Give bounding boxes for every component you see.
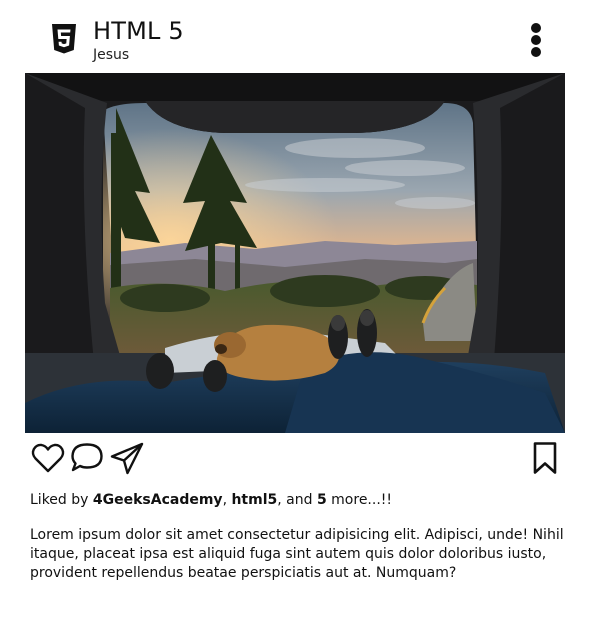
post-title: HTML 5 bbox=[93, 17, 184, 45]
more-vertical-icon[interactable] bbox=[529, 23, 543, 57]
post-card: HTML 5 Jesus Liked by 4GeeksAcademy, htm… bbox=[0, 0, 600, 623]
post-author: Jesus bbox=[93, 47, 130, 63]
post-actions bbox=[25, 438, 565, 478]
html5-logo-icon bbox=[52, 24, 76, 54]
likes-suffix[interactable]: more...!! bbox=[327, 492, 392, 508]
likes-prefix: Liked by bbox=[30, 492, 93, 508]
liked-by-user[interactable]: html5 bbox=[231, 492, 277, 508]
heart-icon[interactable] bbox=[30, 440, 66, 476]
likes-count: 5 bbox=[316, 492, 327, 508]
post-image bbox=[25, 73, 565, 433]
liked-by-user[interactable]: 4GeeksAcademy bbox=[93, 492, 223, 508]
send-icon[interactable] bbox=[109, 440, 145, 476]
post-caption: Lorem ipsum dolor sit amet consectetur a… bbox=[30, 527, 564, 581]
post-header: HTML 5 Jesus bbox=[25, 12, 565, 70]
likes-separator: , and bbox=[277, 492, 317, 508]
comment-icon[interactable] bbox=[69, 440, 105, 476]
bookmark-icon[interactable] bbox=[527, 440, 563, 476]
likes-text: Liked by 4GeeksAcademy, html5, and 5 mor… bbox=[30, 490, 392, 510]
camping-car-trunk-photo bbox=[25, 73, 565, 433]
